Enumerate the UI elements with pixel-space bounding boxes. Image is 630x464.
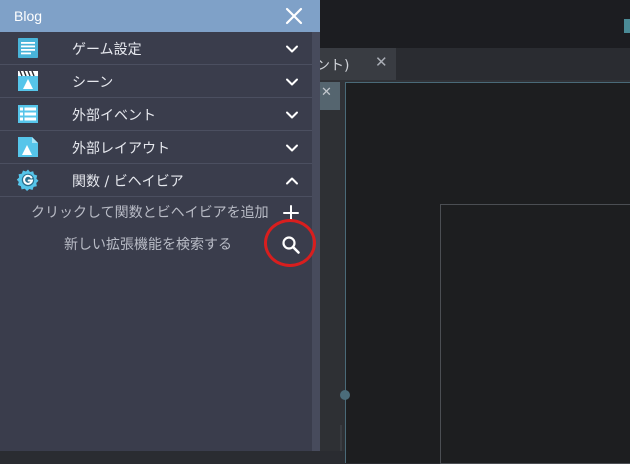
section-label: シーン [72, 75, 114, 91]
external-layout-icon [18, 137, 38, 157]
editor-tab-bar: ベント) ✕ [302, 48, 630, 80]
chevron-down-icon[interactable] [285, 42, 299, 56]
panel-header: Blog [0, 0, 320, 32]
section-external-layouts[interactable]: 外部レイアウト [0, 131, 312, 164]
project-title: Blog [14, 8, 43, 24]
section-external-events[interactable]: 外部イベント [0, 98, 312, 131]
chevron-down-icon[interactable] [285, 108, 299, 122]
section-game-settings[interactable]: ゲーム設定 [0, 32, 312, 65]
ruler-tick [340, 425, 342, 451]
game-settings-icon [18, 38, 38, 58]
tab-close-icon[interactable]: ✕ [375, 53, 388, 71]
external-events-icon [18, 105, 38, 123]
resize-handle[interactable] [340, 390, 350, 400]
toolbar-indicator [624, 19, 630, 33]
chevron-up-icon[interactable] [285, 174, 299, 188]
search-extensions-label: 新しい拡張機能を検索する [64, 237, 232, 253]
tab-external-events[interactable]: ベント) ✕ [302, 48, 396, 80]
section-label: 関数 / ビヘイビア [72, 174, 184, 190]
section-functions-behaviors[interactable]: 関数 / ビヘイビア [0, 164, 312, 197]
chevron-down-icon[interactable] [285, 75, 299, 89]
section-scenes[interactable]: シーン [0, 65, 312, 98]
close-icon[interactable] [284, 6, 304, 26]
section-label: 外部イベント [72, 108, 156, 124]
subtab[interactable]: ✕ [320, 82, 340, 110]
chevron-down-icon[interactable] [285, 141, 299, 155]
scene-icon [18, 70, 38, 91]
functions-behaviors-icon [16, 169, 39, 191]
section-label: ゲーム設定 [72, 42, 142, 58]
section-label: 外部レイアウト [72, 141, 170, 157]
highlight-annotation-circle [264, 219, 316, 267]
scene-canvas-bounds [440, 204, 630, 464]
add-function-row[interactable]: クリックして関数とビヘイビアを追加 [0, 197, 312, 227]
project-manager-panel: Blog ゲーム設定 シーン 外部イベント 外部レイアウト 関数 / ビヘイビア… [0, 0, 320, 451]
add-function-label: クリックして関数とビヘイビアを追加 [31, 205, 269, 221]
subtab-close-icon[interactable]: ✕ [321, 85, 332, 100]
editor-toolbar [320, 0, 630, 48]
